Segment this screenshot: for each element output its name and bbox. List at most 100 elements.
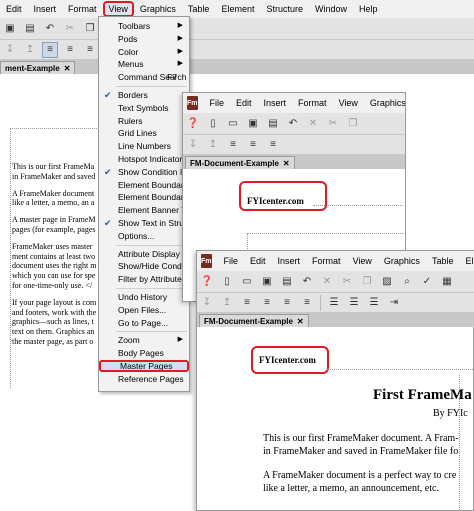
print-icon[interactable]: ▤ [265,116,281,132]
new-document-icon[interactable]: ▯ [219,274,235,290]
bg-menu-item[interactable]: Edit [0,1,28,17]
justify-icon[interactable]: ≡ [299,295,315,311]
view-menu-item[interactable]: Undo History [99,291,189,303]
view-menu-item[interactable]: Pods ▶ [99,33,189,45]
view-menu-item[interactable]: Show Text in Structure View ✔ [99,217,189,229]
view-menu-item[interactable]: Color ▶ [99,46,189,58]
open-folder-icon[interactable]: ▭ [239,274,255,290]
indent-icon[interactable]: ↧ [199,295,215,311]
bg-menu-item[interactable]: Structure [260,1,309,17]
bg-menu-view[interactable]: View [102,1,134,17]
outdent-icon[interactable]: ↥ [22,42,38,58]
view-menu-item[interactable]: Line Numbers [99,140,189,152]
mid-menu-item[interactable]: View [333,95,364,111]
delete-icon[interactable]: ✕ [305,116,321,132]
mid-document-tab[interactable]: FM-Document-Example ✕ [185,156,295,169]
save-icon[interactable]: ▣ [245,116,261,132]
view-menu-item[interactable]: Options... [99,230,189,242]
mid-menu-item[interactable]: Insert [258,95,293,111]
copy-icon[interactable]: ❐ [82,21,98,37]
view-menu-item[interactable]: Text Symbols [99,102,189,114]
view-menu-item[interactable]: Borders ✔ [99,89,189,101]
bg-menu-item[interactable]: Insert [28,1,63,17]
indent-icon[interactable]: ↧ [2,42,18,58]
cut-icon[interactable]: ✂ [62,21,78,37]
view-menu-item[interactable]: Grid Lines [99,127,189,139]
view-menu-item[interactable]: Go to Page... [99,317,189,329]
view-menu-item[interactable]: Open Files... [99,304,189,316]
align-center-icon[interactable]: ≡ [245,137,261,153]
line-spacing-2-icon[interactable]: ☰ [346,295,362,311]
front-menu-item[interactable]: Graphics [378,253,426,269]
view-menu-item[interactable]: Zoom ▶ [99,334,189,346]
align-left-icon[interactable]: ≡ [42,41,58,58]
undo-icon[interactable]: ↶ [299,274,315,290]
view-menu-item[interactable]: Body Pages [99,347,189,359]
front-menu-item[interactable]: Edit [244,253,272,269]
align-right-icon[interactable]: ≡ [82,42,98,58]
view-menu-item[interactable]: Element Banner Text [99,204,189,216]
find-icon[interactable]: ⌕ [399,274,415,290]
view-menu-item[interactable]: Attribute Display Options... [99,248,189,260]
close-icon[interactable]: ✕ [64,64,71,73]
close-icon[interactable]: ✕ [283,159,290,168]
view-menu-item[interactable]: Master Pages [99,360,189,372]
view-menu-item[interactable]: Show Condition Indicators ✔ [99,166,189,178]
front-menu-item[interactable]: Table [426,253,460,269]
mid-menu-item[interactable]: Edit [230,95,258,111]
view-menu-item[interactable]: Command Search F7 [99,71,189,83]
front-menu-item[interactable]: View [347,253,378,269]
help-icon[interactable]: ❓ [185,116,201,132]
cut-icon[interactable]: ✂ [325,116,341,132]
align-right-icon[interactable]: ≡ [265,137,281,153]
view-menu-item[interactable]: Hotspot Indicators [99,153,189,165]
line-spacing-icon[interactable]: ☰ [326,295,342,311]
delete-icon[interactable]: ✕ [319,274,335,290]
spellcheck-icon[interactable]: ✓ [419,274,435,290]
bg-menu-item[interactable]: Table [182,1,216,17]
paste-icon[interactable]: ▨ [379,274,395,290]
save-icon[interactable]: ▣ [259,274,275,290]
front-menu-item[interactable]: Format [306,253,347,269]
mid-menu-item[interactable]: Format [292,95,333,111]
align-center-icon[interactable]: ≡ [62,42,78,58]
view-menu-item[interactable]: Reference Pages [99,373,189,385]
bg-menu-item[interactable]: Help [353,1,384,17]
table-icon[interactable]: ▦ [439,274,455,290]
open-folder-icon[interactable]: ▭ [225,116,241,132]
copy-icon[interactable]: ❐ [345,116,361,132]
front-document-tab[interactable]: FM-Document-Example ✕ [199,314,309,327]
bg-document-tab[interactable]: ment-Example ✕ [0,61,76,74]
view-menu-item[interactable]: Rulers [99,115,189,127]
align-right-icon[interactable]: ≡ [279,295,295,311]
line-spacing-3-icon[interactable]: ☰ [366,295,382,311]
help-icon[interactable]: ❓ [199,274,215,290]
close-icon[interactable]: ✕ [297,317,304,326]
view-menu-item[interactable]: Menus ▶ [99,58,189,70]
front-menu-item[interactable]: Insert [272,253,307,269]
bg-menu-item[interactable]: Graphics [134,1,182,17]
view-menu-item[interactable]: Element Boundaries (as Tags) [99,191,189,203]
cut-icon[interactable]: ✂ [339,274,355,290]
align-left-icon[interactable]: ≡ [225,137,241,153]
bg-menu-item[interactable]: Format [62,1,103,17]
front-menu-item[interactable]: Element [459,253,474,269]
new-document-icon[interactable]: ▯ [205,116,221,132]
front-menu-item[interactable]: File [218,253,245,269]
save-icon[interactable]: ▣ [2,21,18,37]
align-left-icon[interactable]: ≡ [239,295,255,311]
indent-icon[interactable]: ↧ [185,137,201,153]
copy-icon[interactable]: ❐ [359,274,375,290]
print-icon[interactable]: ▤ [22,21,38,37]
align-center-icon[interactable]: ≡ [259,295,275,311]
mid-menu-item[interactable]: File [204,95,231,111]
view-menu-item[interactable]: Show/Hide Conditional Text... [99,260,189,272]
tab-stop-icon[interactable]: ⇥ [386,295,402,311]
print-icon[interactable]: ▤ [279,274,295,290]
undo-icon[interactable]: ↶ [42,21,58,37]
view-menu-item[interactable]: Toolbars ▶ [99,20,189,32]
undo-icon[interactable]: ↶ [285,116,301,132]
mid-menu-item[interactable]: Graphics [364,95,405,111]
bg-menu-item[interactable]: Window [309,1,353,17]
outdent-icon[interactable]: ↥ [219,295,235,311]
